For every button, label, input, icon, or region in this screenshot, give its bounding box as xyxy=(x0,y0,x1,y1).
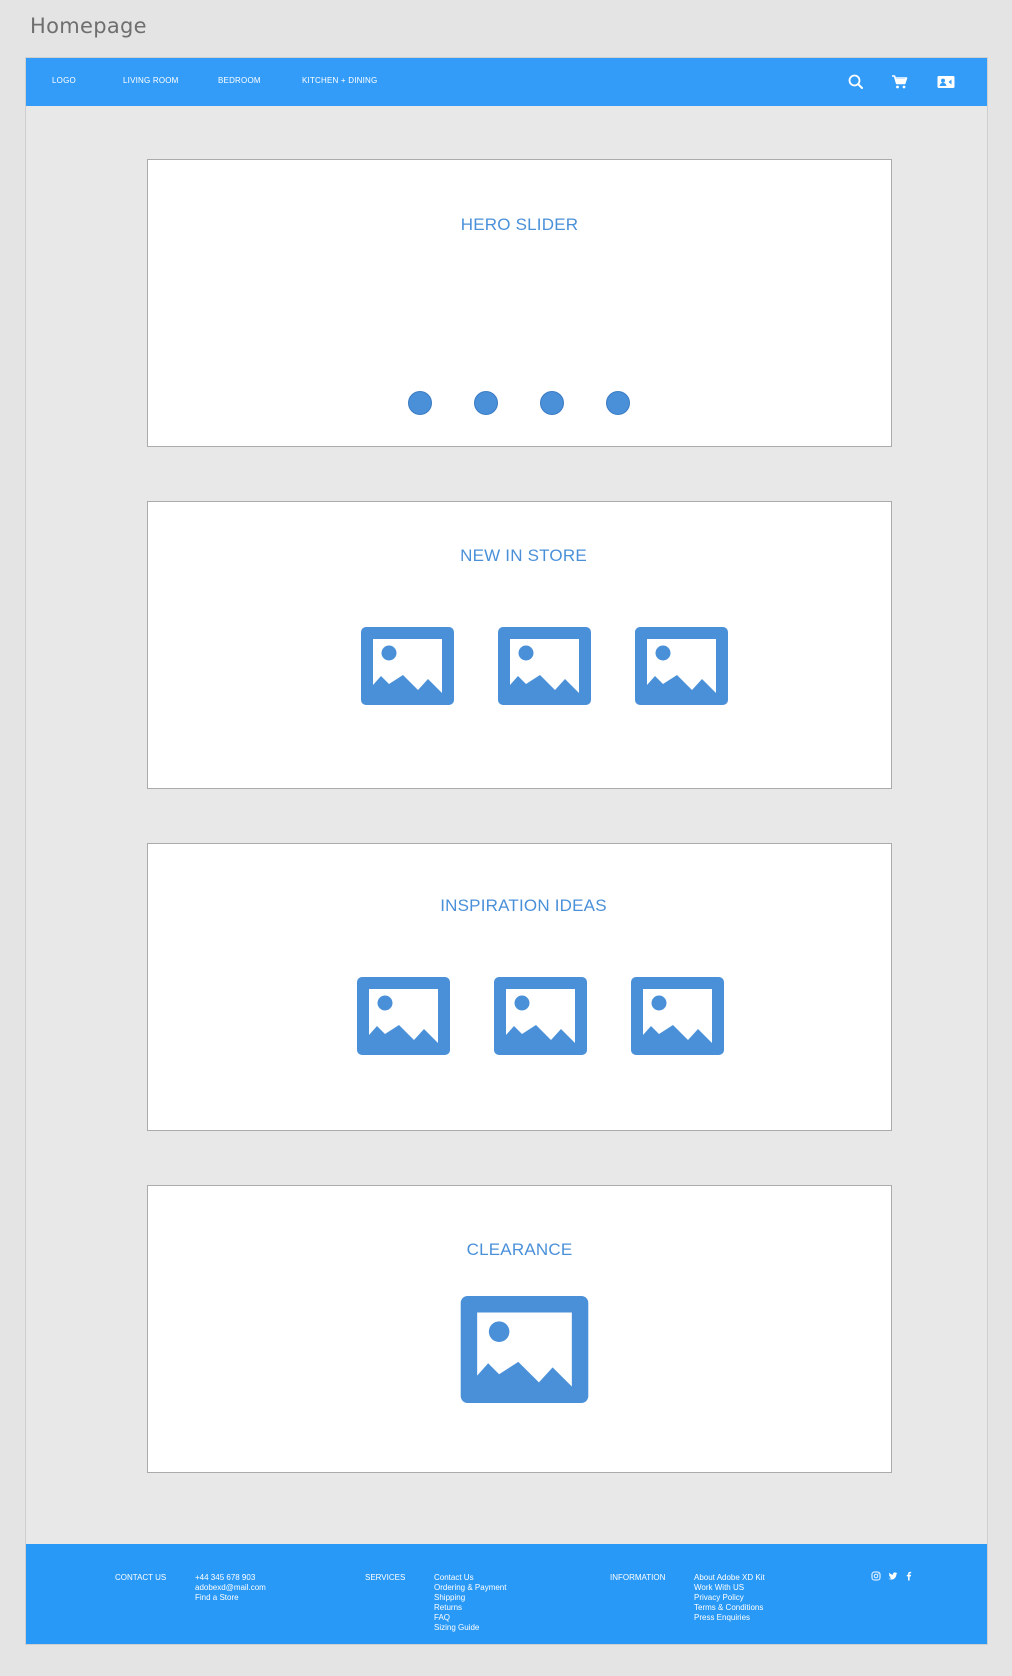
slider-dot-4[interactable] xyxy=(606,391,630,415)
footer-find-store-link[interactable]: Find a Store xyxy=(195,1593,239,1603)
footer-link-work-with-us[interactable]: Work With US xyxy=(694,1583,744,1593)
nav-item-living-room[interactable]: LIVING ROOM xyxy=(123,76,179,85)
hero-slider-title: HERO SLIDER xyxy=(460,215,579,234)
footer-email[interactable]: adobexd@mail.com xyxy=(195,1583,266,1593)
nav-item-kitchen-dining[interactable]: KITCHEN + DINING xyxy=(302,76,377,85)
clearance-section: CLEARANCE xyxy=(147,1185,892,1473)
artboard: LOGO LIVING ROOM BEDROOM KITCHEN + DININ… xyxy=(25,57,988,1645)
inspiration-image-icon[interactable] xyxy=(357,977,450,1055)
footer-link-shipping[interactable]: Shipping xyxy=(434,1593,465,1603)
footer-phone[interactable]: +44 345 678 903 xyxy=(195,1573,255,1583)
instagram-icon[interactable] xyxy=(871,1571,881,1581)
search-icon[interactable] xyxy=(846,72,866,92)
cart-icon[interactable] xyxy=(890,72,910,92)
footer-link-terms[interactable]: Terms & Conditions xyxy=(694,1603,763,1613)
account-card-icon[interactable] xyxy=(936,72,956,92)
product-image-icon[interactable] xyxy=(498,627,591,705)
footer-link-press[interactable]: Press Enquiries xyxy=(694,1613,750,1623)
nav-item-bedroom[interactable]: BEDROOM xyxy=(218,76,261,85)
footer-link-about[interactable]: About Adobe XD Kit xyxy=(694,1573,765,1583)
top-navbar: LOGO LIVING ROOM BEDROOM KITCHEN + DININ… xyxy=(26,58,987,106)
footer-heading-contact: CONTACT US xyxy=(115,1573,167,1582)
clearance-image-icon[interactable] xyxy=(460,1296,589,1403)
inspiration-ideas-section: INSPIRATION IDEAS xyxy=(147,843,892,1131)
page-label: Homepage xyxy=(30,14,147,38)
slider-dot-1[interactable] xyxy=(408,391,432,415)
inspiration-image-icon[interactable] xyxy=(631,977,724,1055)
new-in-store-section: NEW IN STORE xyxy=(147,501,892,789)
footer-heading-information: INFORMATION xyxy=(610,1573,666,1582)
product-image-icon[interactable] xyxy=(635,627,728,705)
footer: CONTACT US +44 345 678 903 adobexd@mail.… xyxy=(26,1544,987,1644)
footer-link-faq[interactable]: FAQ xyxy=(434,1613,450,1623)
inspiration-ideas-title: INSPIRATION IDEAS xyxy=(440,896,607,915)
logo[interactable]: LOGO xyxy=(52,76,76,85)
footer-link-ordering-payment[interactable]: Ordering & Payment xyxy=(434,1583,506,1593)
footer-link-sizing-guide[interactable]: Sizing Guide xyxy=(434,1623,479,1633)
slider-dot-3[interactable] xyxy=(540,391,564,415)
footer-link-privacy-policy[interactable]: Privacy Policy xyxy=(694,1593,744,1603)
slider-dot-2[interactable] xyxy=(474,391,498,415)
product-image-icon[interactable] xyxy=(361,627,454,705)
inspiration-image-icon[interactable] xyxy=(494,977,587,1055)
twitter-icon[interactable] xyxy=(888,1571,898,1581)
footer-link-returns[interactable]: Returns xyxy=(434,1603,462,1613)
footer-heading-services: SERVICES xyxy=(365,1573,406,1582)
clearance-title: CLEARANCE xyxy=(466,1240,573,1259)
hero-slider-section: HERO SLIDER xyxy=(147,159,892,447)
footer-link-contact-us[interactable]: Contact Us xyxy=(434,1573,474,1583)
new-in-store-title: NEW IN STORE xyxy=(460,546,587,565)
facebook-icon[interactable] xyxy=(904,1571,914,1581)
